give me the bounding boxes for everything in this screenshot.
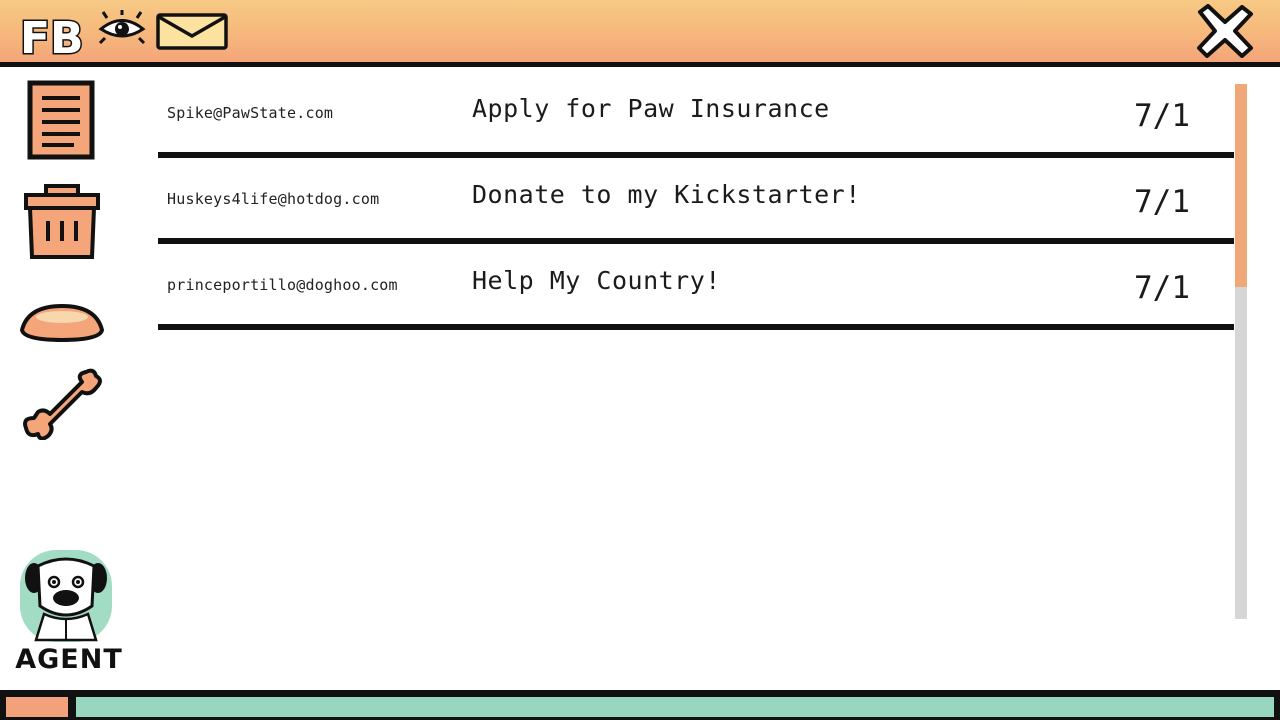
taskbar-main [76,697,1274,717]
agent-avatar [20,550,112,642]
fb-logo: FB [19,12,86,60]
scrollbar-thumb[interactable] [1235,84,1247,288]
bone-icon[interactable] [20,368,110,440]
email-date: 7/1 [1134,270,1190,306]
eye-icon[interactable] [97,10,147,46]
document-icon[interactable] [24,78,98,162]
email-date: 7/1 [1134,184,1190,220]
email-subject: Apply for Paw Insurance [472,94,830,123]
taskbar [0,690,1280,720]
email-sender: Huskeys4life@hotdog.com [167,190,380,208]
email-sender: Spike@PawState.com [167,104,334,122]
agent-label: AGENT [15,644,123,675]
scrollbar-track[interactable] [1235,84,1247,619]
trash-icon[interactable] [22,183,102,263]
dog-bowl-icon[interactable] [18,298,106,344]
taskbar-start-button[interactable] [6,697,68,717]
email-row[interactable]: Spike@PawState.com Apply for Paw Insuran… [158,72,1234,158]
email-list: Spike@PawState.com Apply for Paw Insuran… [158,72,1234,330]
email-row[interactable]: princeportillo@doghoo.com Help My Countr… [158,244,1234,330]
email-row[interactable]: Huskeys4life@hotdog.com Donate to my Kic… [158,158,1234,244]
desktop-window: FB AGENT Spike@PawState.com Apply for Pa… [0,0,1280,720]
title-bar: FB [0,0,1280,67]
email-sender: princeportillo@doghoo.com [167,276,398,294]
email-subject: Donate to my Kickstarter! [472,180,861,209]
fb-logo-text: FB [20,13,84,59]
agent-button[interactable]: AGENT [10,548,128,680]
close-icon[interactable] [1194,4,1256,58]
email-date: 7/1 [1134,98,1190,134]
email-subject: Help My Country! [472,266,721,295]
mail-icon[interactable] [155,12,230,52]
